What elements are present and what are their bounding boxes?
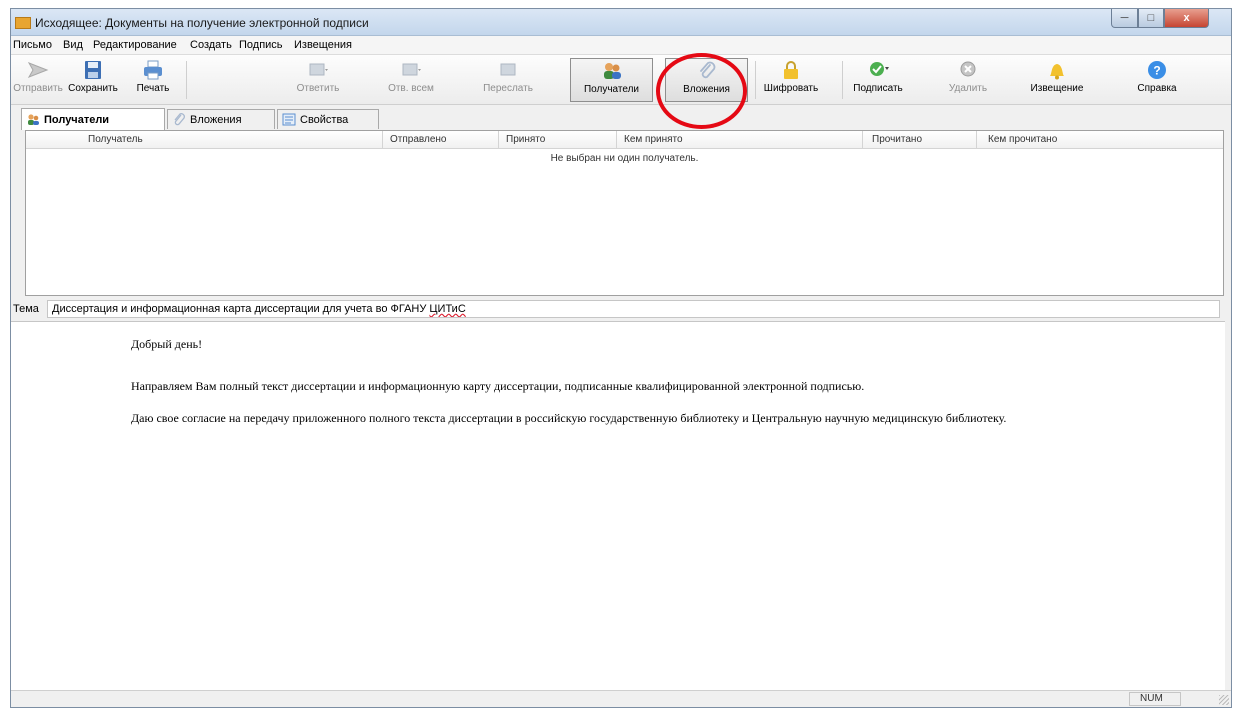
subject-row: Тема Диссертация и информационная карта …	[11, 299, 1231, 319]
printer-icon	[144, 60, 162, 80]
menu-signature[interactable]: Подпись	[239, 39, 283, 51]
menu-view[interactable]: Вид	[63, 39, 83, 51]
forward-icon	[500, 63, 516, 76]
column-received-by[interactable]: Кем принято	[624, 134, 683, 145]
misspelled-word: ЦИТиС	[429, 303, 466, 315]
column-recipient[interactable]: Получатель	[88, 134, 143, 145]
notice-button[interactable]: Извещение	[1027, 58, 1087, 102]
tab-properties[interactable]: Свойства	[277, 109, 379, 129]
menu-bar: Письмо Вид Редактирование Создать Подпис…	[11, 36, 1231, 55]
tab-attachments[interactable]: Вложения	[167, 109, 275, 129]
sign-button[interactable]: Подписать	[848, 58, 908, 102]
minimize-button[interactable]: ─	[1111, 9, 1138, 28]
save-icon	[85, 61, 101, 79]
empty-table-message: Не выбран ни один получатель.	[550, 153, 699, 164]
body-paragraph: Даю свое согласие на передачу приложенно…	[131, 411, 1007, 425]
column-divider	[862, 131, 863, 148]
toolbar-separator	[755, 61, 756, 99]
column-received[interactable]: Принято	[506, 134, 545, 145]
recipients-icon	[603, 63, 621, 79]
column-divider	[976, 131, 977, 148]
column-read[interactable]: Прочитано	[872, 134, 922, 145]
num-lock-indicator: NUM	[1129, 692, 1181, 706]
maximize-button[interactable]: □	[1138, 9, 1164, 28]
resize-grip[interactable]	[1219, 695, 1229, 705]
message-body-editor[interactable]: Добрый день! Направляем Вам полный текст…	[11, 321, 1225, 691]
print-button[interactable]: Печать	[128, 58, 178, 102]
toolbar-separator	[186, 61, 187, 99]
highlight-annotation	[656, 53, 747, 129]
window-title: Исходящее: Документы на получение электр…	[35, 16, 369, 30]
menu-create[interactable]: Создать	[190, 39, 232, 51]
main-window: Исходящее: Документы на получение электр…	[10, 8, 1232, 708]
paperclip-icon	[174, 113, 185, 126]
send-button[interactable]: Отправить	[13, 58, 63, 102]
column-sent[interactable]: Отправлено	[390, 134, 446, 145]
reply-button[interactable]: Ответить	[290, 58, 346, 102]
close-icon: x	[1183, 12, 1190, 24]
column-read-by[interactable]: Кем прочитано	[988, 134, 1057, 145]
menu-notifications[interactable]: Извещения	[294, 39, 352, 51]
status-bar: NUM	[11, 690, 1231, 707]
reply-icon	[309, 63, 328, 76]
menu-edit[interactable]: Редактирование	[93, 39, 177, 51]
properties-icon	[282, 113, 296, 126]
tab-recipients[interactable]: Получатели	[21, 108, 165, 130]
delete-badge-icon	[960, 61, 976, 77]
forward-button[interactable]: Переслать	[477, 58, 539, 102]
envelope-icon	[15, 17, 31, 29]
toolbar: Отправить Сохранить Печать Ответить Отв.…	[11, 55, 1231, 105]
close-button[interactable]: x	[1164, 9, 1209, 28]
lock-icon	[784, 61, 798, 79]
recipients-button[interactable]: Получатели	[570, 58, 653, 102]
delete-button[interactable]: Удалить	[943, 58, 993, 102]
subject-input[interactable]: Диссертация и информационная карта диссе…	[47, 300, 1220, 318]
reply-all-button[interactable]: Отв. всем	[383, 58, 439, 102]
column-divider	[382, 131, 383, 148]
encrypt-button[interactable]: Шифровать	[761, 58, 821, 102]
maximize-icon: □	[1147, 12, 1155, 24]
menu-letter[interactable]: Письмо	[13, 39, 52, 51]
sign-badge-icon	[870, 62, 889, 76]
reply-all-icon	[402, 63, 421, 76]
recipients-icon	[28, 114, 39, 125]
send-icon	[27, 62, 49, 78]
recipients-table[interactable]: Получатель Отправлено Принято Кем принят…	[25, 130, 1224, 296]
minimize-icon: ─	[1120, 12, 1129, 24]
greeting-text: Добрый день!	[131, 337, 203, 351]
table-header: Получатель Отправлено Принято Кем принят…	[26, 131, 1223, 149]
title-bar[interactable]: Исходящее: Документы на получение электр…	[11, 9, 1231, 36]
subject-label: Тема	[13, 303, 39, 315]
body-paragraph: Направляем Вам полный текст диссертации …	[131, 379, 865, 393]
toolbar-separator	[842, 61, 843, 99]
column-divider	[616, 131, 617, 148]
help-button[interactable]: ? Справка	[1129, 58, 1185, 102]
bell-icon	[1050, 64, 1064, 80]
column-divider	[498, 131, 499, 148]
help-icon: ?	[1148, 61, 1166, 79]
help-glyph: ?	[1153, 64, 1160, 78]
save-button[interactable]: Сохранить	[65, 58, 121, 102]
